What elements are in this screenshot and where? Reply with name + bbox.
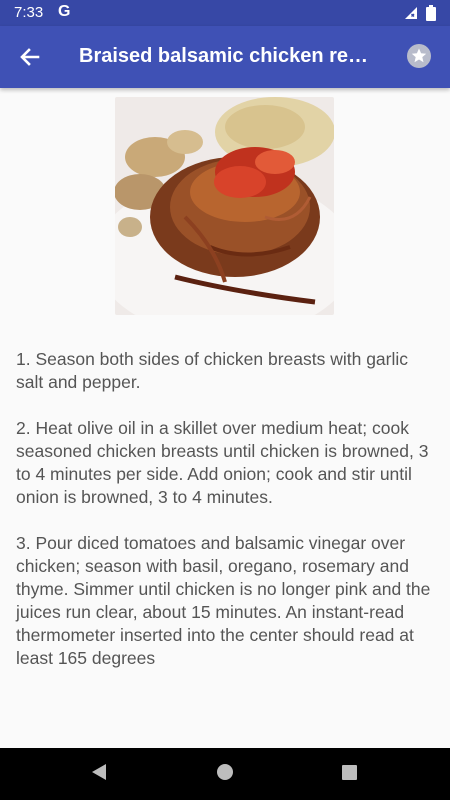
page-title: Braised balsamic chicken re…	[79, 45, 369, 67]
navigation-bar	[0, 748, 450, 800]
signal-icon	[405, 7, 417, 19]
google-notification-icon: G	[58, 3, 71, 20]
back-triangle-icon[interactable]	[90, 762, 108, 782]
home-circle-icon[interactable]	[216, 762, 234, 782]
status-bar: 7:33 G	[0, 0, 450, 26]
star-icon[interactable]	[406, 43, 432, 69]
recipe-content[interactable]: 1. Season both sides of chicken breasts …	[0, 88, 450, 748]
status-icons	[404, 5, 436, 21]
recipe-image	[115, 97, 334, 315]
step-1: 1. Season both sides of chicken breasts …	[16, 349, 413, 392]
step-3: 3. Pour diced tomatoes and balsamic vine…	[16, 533, 436, 668]
status-time: 7:33	[14, 4, 44, 21]
recents-square-icon[interactable]	[341, 762, 359, 782]
battery-icon	[426, 5, 436, 21]
step-2: 2. Heat olive oil in a skillet over medi…	[16, 418, 434, 507]
recipe-steps: 1. Season both sides of chicken breasts …	[16, 348, 440, 693]
app-bar: Braised balsamic chicken re…	[0, 26, 450, 88]
arrow-left-icon[interactable]	[14, 41, 46, 73]
